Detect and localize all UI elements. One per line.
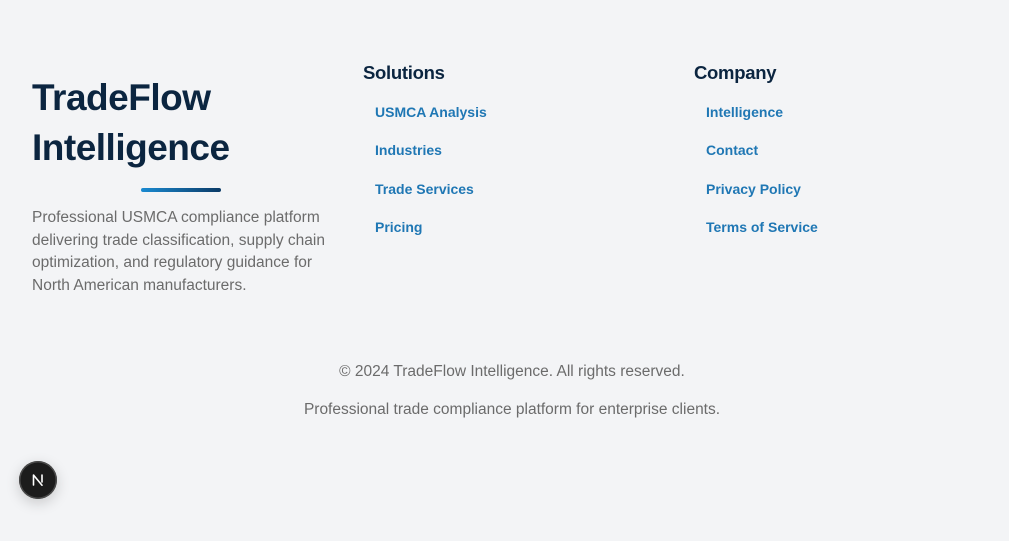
list-item: Terms of Service — [706, 216, 818, 254]
brand-title: TradeFlow Intelligence — [32, 73, 332, 173]
nextjs-logo-icon — [32, 474, 43, 486]
list-item: Intelligence — [706, 101, 818, 139]
nextjs-dev-indicator-button[interactable] — [19, 461, 57, 499]
site-footer: TradeFlow Intelligence Professional USMCA… — [0, 0, 1009, 541]
brand-accent-divider — [141, 188, 221, 192]
link-trade-services[interactable]: Trade Services — [375, 181, 474, 197]
solutions-heading: Solutions — [363, 62, 445, 83]
company-heading: Company — [694, 62, 777, 83]
list-item: Pricing — [375, 216, 487, 254]
solutions-link-list: USMCA Analysis Industries Trade Services… — [375, 101, 487, 254]
list-item: Industries — [375, 139, 487, 177]
list-item: Trade Services — [375, 178, 487, 216]
link-intelligence[interactable]: Intelligence — [706, 104, 783, 120]
brand-description: Professional USMCA compliance platform d… — [32, 209, 325, 294]
link-industries[interactable]: Industries — [375, 142, 442, 158]
copyright-text: © 2024 TradeFlow Intelligence. All right… — [339, 363, 685, 380]
brand-title-line1: TradeFlow — [32, 77, 211, 118]
link-contact[interactable]: Contact — [706, 142, 758, 158]
link-terms-of-service[interactable]: Terms of Service — [706, 219, 818, 235]
brand-title-line2: Intelligence — [32, 127, 230, 168]
link-pricing[interactable]: Pricing — [375, 219, 422, 235]
list-item: Privacy Policy — [706, 178, 818, 216]
link-privacy-policy[interactable]: Privacy Policy — [706, 181, 801, 197]
list-item: Contact — [706, 139, 818, 177]
footer-tagline: Professional trade compliance platform f… — [303, 401, 721, 418]
link-usmca-analysis[interactable]: USMCA Analysis — [375, 104, 487, 120]
company-link-list: Intelligence Contact Privacy Policy Term… — [706, 101, 818, 254]
list-item: USMCA Analysis — [375, 101, 487, 139]
